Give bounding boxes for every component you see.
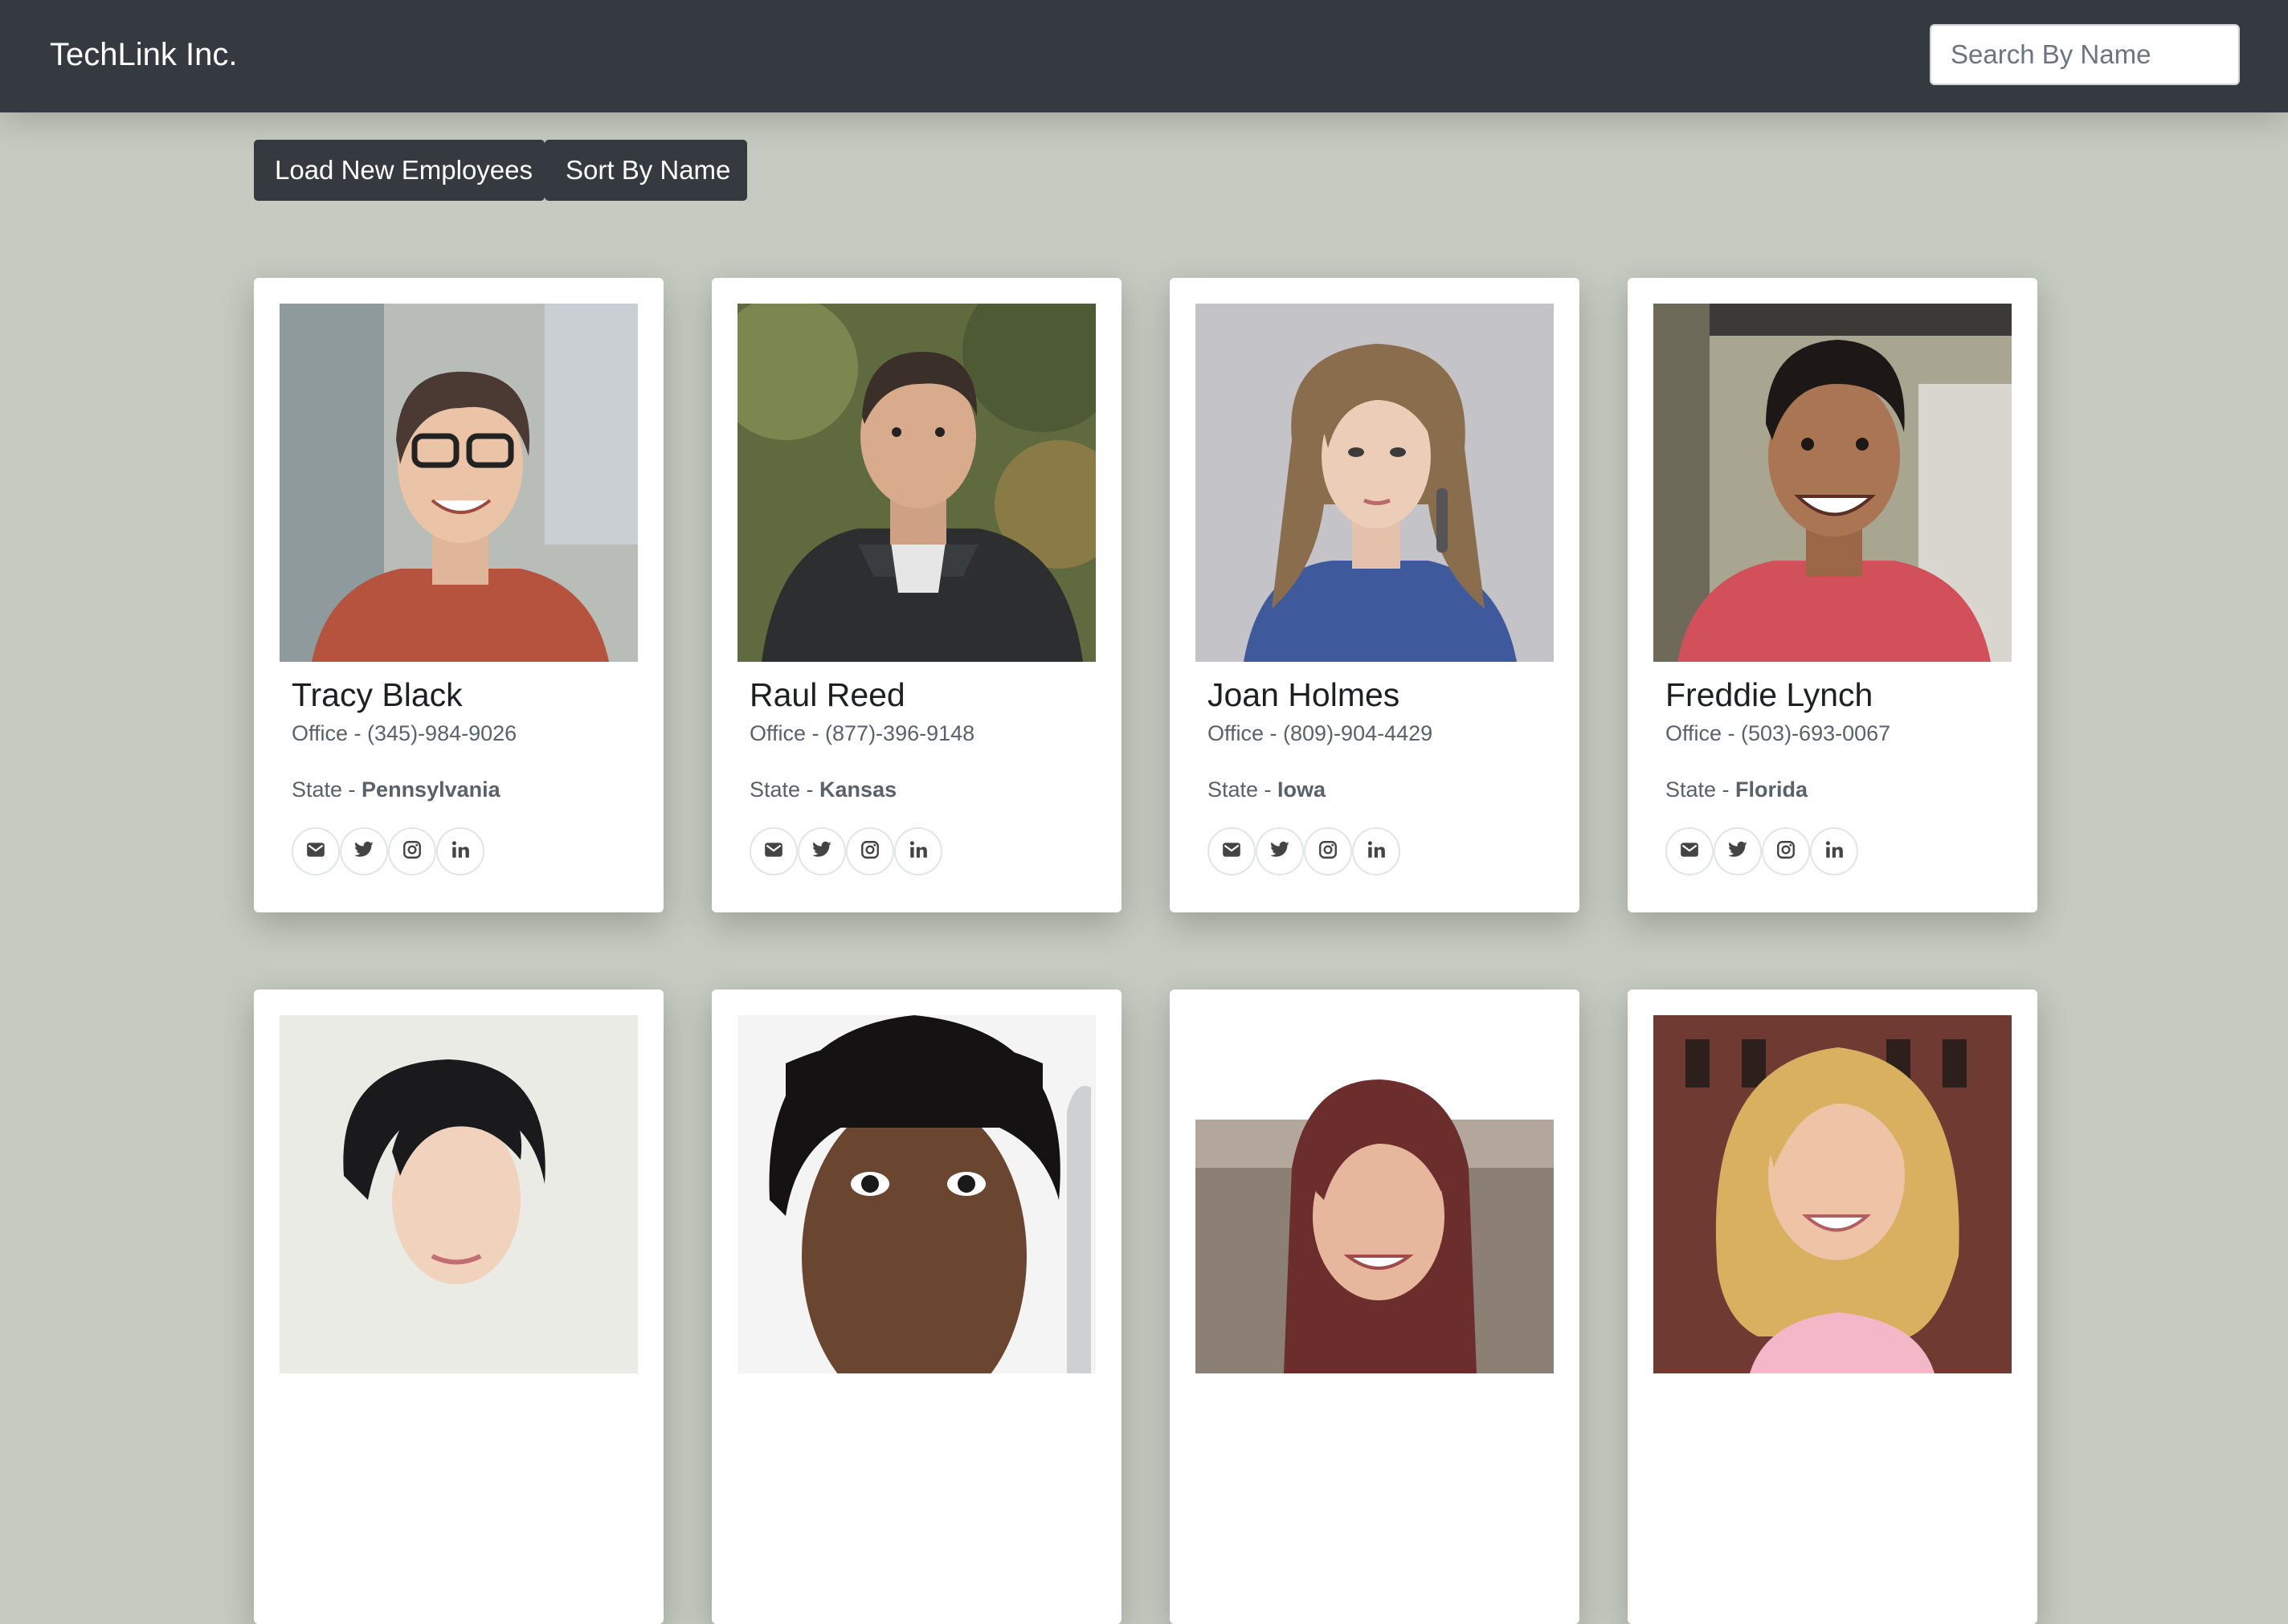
envelope-icon bbox=[763, 839, 784, 864]
twitter-button[interactable] bbox=[340, 827, 388, 875]
envelope-icon bbox=[1221, 839, 1242, 864]
employee-state: State - Florida bbox=[1665, 776, 1808, 803]
twitter-icon bbox=[353, 839, 374, 864]
state-label: State - bbox=[292, 777, 362, 802]
linkedin-button[interactable] bbox=[1810, 827, 1858, 875]
instagram-icon bbox=[860, 839, 880, 864]
employee-state: State - Pennsylvania bbox=[292, 776, 500, 803]
employee-photo bbox=[1653, 1015, 2012, 1373]
linkedin-button[interactable] bbox=[436, 827, 484, 875]
employee-photo bbox=[1653, 304, 2012, 662]
search-input[interactable] bbox=[1930, 24, 2240, 85]
linkedin-icon bbox=[908, 839, 929, 864]
employee-name: Tracy Black bbox=[292, 676, 463, 713]
brand-title[interactable]: TechLink Inc. bbox=[50, 34, 237, 75]
employee-photo bbox=[280, 304, 638, 662]
email-button[interactable] bbox=[1665, 827, 1714, 875]
employee-card: Raul Reed Office - (877)-396-9148 State … bbox=[712, 278, 1122, 912]
employee-name: Freddie Lynch bbox=[1665, 676, 1873, 713]
employee-photo bbox=[1195, 1015, 1554, 1373]
instagram-icon bbox=[1775, 839, 1796, 864]
instagram-icon bbox=[402, 839, 423, 864]
state-value: Iowa bbox=[1277, 777, 1326, 802]
envelope-icon bbox=[305, 839, 326, 864]
state-label: State - bbox=[750, 777, 820, 802]
twitter-icon bbox=[811, 839, 832, 864]
twitter-button[interactable] bbox=[1256, 827, 1304, 875]
twitter-icon bbox=[1269, 839, 1290, 864]
employee-name: Raul Reed bbox=[750, 676, 905, 713]
employee-photo bbox=[737, 304, 1096, 662]
state-value: Florida bbox=[1735, 777, 1808, 802]
state-label: State - bbox=[1207, 777, 1278, 802]
employee-card bbox=[1628, 989, 2037, 1624]
employee-office-phone: Office - (809)-904-4429 bbox=[1207, 721, 1433, 745]
employee-card: Freddie Lynch Office - (503)-693-0067 St… bbox=[1628, 278, 2037, 912]
employee-card: Tracy Black Office - (345)-984-9026 Stat… bbox=[254, 278, 664, 912]
employee-state: State - Iowa bbox=[1207, 776, 1326, 803]
instagram-button[interactable] bbox=[388, 827, 436, 875]
instagram-icon bbox=[1318, 839, 1338, 864]
employee-state: State - Kansas bbox=[750, 776, 897, 803]
instagram-button[interactable] bbox=[1762, 827, 1810, 875]
employee-photo bbox=[280, 1015, 638, 1373]
employee-card bbox=[1170, 989, 1579, 1624]
employee-name: Joan Holmes bbox=[1207, 676, 1400, 713]
employee-photo bbox=[737, 1015, 1096, 1373]
employee-office-phone: Office - (345)-984-9026 bbox=[292, 721, 517, 745]
navbar: TechLink Inc. bbox=[0, 0, 2288, 112]
sort-by-name-button[interactable]: Sort By Name bbox=[545, 140, 747, 201]
linkedin-button[interactable] bbox=[1352, 827, 1400, 875]
linkedin-icon bbox=[450, 839, 471, 864]
load-new-employees-button[interactable]: Load New Employees bbox=[254, 140, 545, 201]
employee-photo bbox=[1195, 304, 1554, 662]
twitter-button[interactable] bbox=[1714, 827, 1762, 875]
email-button[interactable] bbox=[292, 827, 340, 875]
twitter-button[interactable] bbox=[798, 827, 846, 875]
employee-office-phone: Office - (877)-396-9148 bbox=[750, 721, 975, 745]
twitter-icon bbox=[1727, 839, 1748, 864]
employee-card bbox=[712, 989, 1122, 1624]
linkedin-button[interactable] bbox=[894, 827, 942, 875]
email-button[interactable] bbox=[750, 827, 798, 875]
linkedin-icon bbox=[1366, 839, 1387, 864]
linkedin-icon bbox=[1824, 839, 1845, 864]
envelope-icon bbox=[1679, 839, 1700, 864]
state-value: Pennsylvania bbox=[362, 777, 500, 802]
employee-card: Joan Holmes Office - (809)-904-4429 Stat… bbox=[1170, 278, 1579, 912]
instagram-button[interactable] bbox=[1304, 827, 1352, 875]
state-label: State - bbox=[1665, 777, 1736, 802]
email-button[interactable] bbox=[1207, 827, 1256, 875]
state-value: Kansas bbox=[819, 777, 897, 802]
employee-card bbox=[254, 989, 664, 1624]
employee-office-phone: Office - (503)-693-0067 bbox=[1665, 721, 1891, 745]
instagram-button[interactable] bbox=[846, 827, 894, 875]
